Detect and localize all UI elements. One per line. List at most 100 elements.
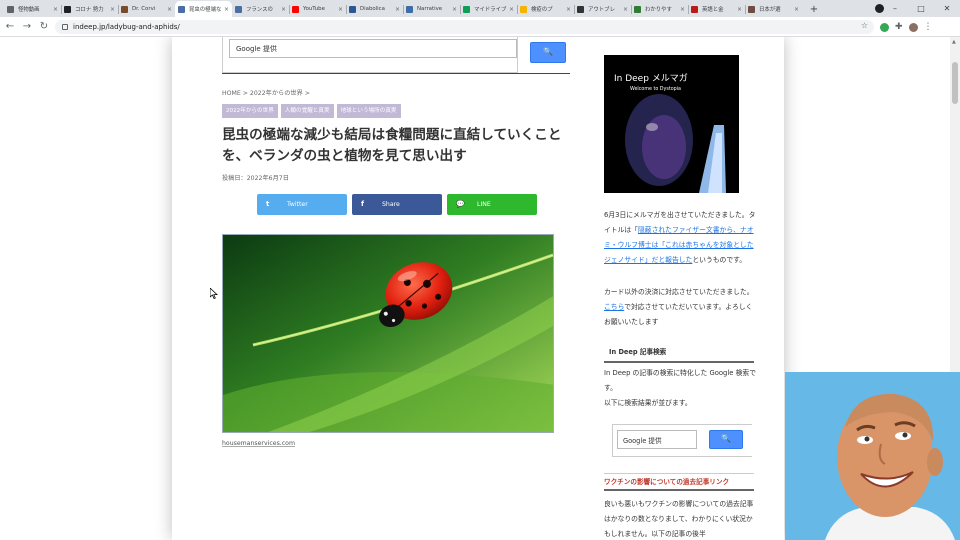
lock-icon[interactable] (62, 24, 68, 30)
browser-tab[interactable]: 検疫のプ × (517, 1, 574, 17)
tab-close-icon[interactable]: × (509, 6, 514, 13)
browser-tab[interactable]: わかりやす × (631, 1, 688, 17)
search-button[interactable]: 🔍 (530, 42, 566, 63)
tab-close-icon[interactable]: × (794, 6, 799, 13)
sidebar-search-button[interactable]: 🔍 (709, 430, 743, 449)
menu-kebab-icon[interactable]: ⋮ (924, 22, 933, 32)
tab-close-icon[interactable]: × (224, 6, 229, 13)
twitter-share-button[interactable]: t Twitter (257, 194, 347, 215)
search-desc-line: 以下に検索結果が並びます。 (604, 399, 692, 407)
category-tag[interactable]: 人類の覚醒と真実 (280, 104, 334, 118)
close-window-button[interactable]: ✕ (934, 4, 960, 13)
search-desc-line: In Deep の記事の検索に特化した Google 検索です。 (604, 369, 756, 392)
tab-favicon-icon (349, 5, 356, 13)
tab-close-icon[interactable]: × (53, 6, 58, 13)
breadcrumb[interactable]: HOME > 2022年からの世界 > (222, 88, 310, 97)
tab-favicon-icon (634, 5, 641, 13)
minimize-button[interactable]: – (882, 4, 908, 13)
tab-close-icon[interactable]: × (338, 6, 343, 13)
newsletter-notice: 6月3日にメルマガを出させていただきました。タイトルは「隠蔽されたファイザー文書… (604, 208, 756, 268)
tab-close-icon[interactable]: × (737, 6, 742, 13)
vaccine-links-text: 良いも悪いもワクチンの影響についての過去記事はかなりの数となりまして、わかりにく… (604, 500, 754, 538)
twitter-icon: t (266, 200, 270, 208)
facebook-share-label: Share (382, 201, 400, 208)
tab-label: コロナ 勢力 (75, 7, 104, 13)
browser-tab[interactable]: 英語と金 × (688, 1, 745, 17)
tab-close-icon[interactable]: × (623, 6, 628, 13)
tab-favicon-icon (64, 5, 71, 13)
ladybug-illustration (223, 235, 553, 432)
payment-link[interactable]: こちら (604, 303, 624, 311)
browser-tab[interactable]: アウトブレ × (574, 1, 631, 17)
tab-close-icon[interactable]: × (452, 6, 457, 13)
tab-label: 怪物動画 (18, 7, 40, 13)
extension-icon[interactable] (880, 22, 889, 32)
facebook-icon: f (361, 200, 365, 208)
sidebar-search-description: In Deep の記事の検索に特化した Google 検索です。 以下に検索結果… (604, 366, 756, 411)
browser-tab[interactable]: 怪物動画 × (4, 1, 61, 17)
extensions-area: ✚ ⋮ (880, 17, 933, 37)
presenter-face (785, 372, 960, 540)
address-bar[interactable]: indeep.jp/ladybug-and-aphids/ ☆ (55, 20, 874, 34)
reload-button[interactable]: ↻ (37, 17, 51, 37)
tab-favicon-icon (235, 5, 242, 13)
browser-tab[interactable]: 昆虫の極端な × (175, 1, 232, 17)
newsletter-subtitle: Welcome to Dystopia (630, 87, 681, 92)
tab-close-icon[interactable]: × (566, 6, 571, 13)
vaccine-links-heading: ワクチンの影響についての過去記事リンク (604, 473, 754, 491)
new-tab-button[interactable]: + (806, 1, 822, 17)
tab-close-icon[interactable]: × (395, 6, 400, 13)
facebook-share-button[interactable]: f Share (352, 194, 442, 215)
notice-text: で対応させていただいています。よろしくお願いいたします (604, 303, 753, 326)
avatar[interactable] (908, 22, 918, 32)
page-title: 昆虫の極端な減少も結局は食糧問題に直結していくことを、ベランダの虫と植物を見て思… (222, 127, 562, 164)
tab-favicon-icon (292, 5, 299, 13)
tab-label: 検疫のプ (531, 7, 553, 13)
tab-strip: 怪物動画 × コロナ 勢力 × Dr. Corvi × 昆虫の極端な × フランスの × YouTu… (0, 0, 960, 17)
tab-label: 昆虫の極端な (189, 7, 222, 13)
tab-label: マイドライブ (474, 7, 507, 13)
newsletter-banner[interactable]: In Deep メルマガ Welcome to Dystopia (604, 55, 739, 193)
browser-tab[interactable]: YouTube × (289, 1, 346, 17)
tab-label: 日本が選 (759, 7, 781, 13)
browser-tab[interactable]: 日本が選 × (745, 1, 802, 17)
browser-tab[interactable]: コロナ 勢力 × (61, 1, 118, 17)
tab-close-icon[interactable]: × (110, 6, 115, 13)
tabs-container: 怪物動画 × コロナ 勢力 × Dr. Corvi × 昆虫の極端な × フランスの × YouTu… (4, 1, 802, 17)
browser-tab[interactable]: Diabolica × (346, 1, 403, 17)
top-search-box: Google 提供 (222, 37, 518, 73)
back-button[interactable]: ← (3, 17, 17, 37)
tab-favicon-icon (463, 5, 470, 13)
category-tag[interactable]: 2022年からの世界 (222, 104, 278, 118)
scroll-thumb[interactable] (952, 62, 958, 104)
browser-tab[interactable]: マイドライブ × (460, 1, 517, 17)
image-credit-link[interactable]: housemanservices.com (222, 440, 295, 447)
bookmark-star-icon[interactable]: ☆ (861, 21, 868, 30)
tab-close-icon[interactable]: × (281, 6, 286, 13)
tab-label: YouTube (303, 6, 325, 12)
puzzle-icon[interactable]: ✚ (895, 22, 903, 32)
tab-close-icon[interactable]: × (167, 6, 172, 13)
url-text: indeep.jp/ladybug-and-aphids/ (73, 23, 180, 31)
forward-button[interactable]: → (20, 17, 34, 37)
notice-text: カード以外の決済に対応させていただきました。 (604, 288, 754, 296)
window-controls: – □ ✕ (882, 0, 960, 17)
scroll-up-arrow-icon[interactable]: ▲ (952, 39, 956, 45)
sidebar-search-input[interactable]: Google 提供 (617, 430, 697, 449)
browser-tab[interactable]: フランスの × (232, 1, 289, 17)
tab-favicon-icon (7, 5, 14, 13)
browser-tab[interactable]: Narrative × (403, 1, 460, 17)
browser-tab[interactable]: Dr. Corvi × (118, 1, 175, 17)
tab-favicon-icon (577, 5, 584, 13)
tab-favicon-icon (691, 5, 698, 13)
tab-favicon-icon (520, 5, 527, 13)
category-tag[interactable]: 地球という場所の真実 (336, 104, 401, 118)
tab-label: Dr. Corvi (132, 6, 156, 12)
line-share-button[interactable]: 💬 LINE (447, 194, 537, 215)
category-tags: 2022年からの世界 人類の覚醒と真実 地球という場所の真実 (222, 104, 401, 118)
tab-close-icon[interactable]: × (680, 6, 685, 13)
maximize-button[interactable]: □ (908, 4, 934, 13)
search-input[interactable]: Google 提供 (229, 39, 517, 58)
sidebar-search-heading: In Deep 記事検索 (604, 345, 754, 363)
divider (222, 73, 570, 74)
